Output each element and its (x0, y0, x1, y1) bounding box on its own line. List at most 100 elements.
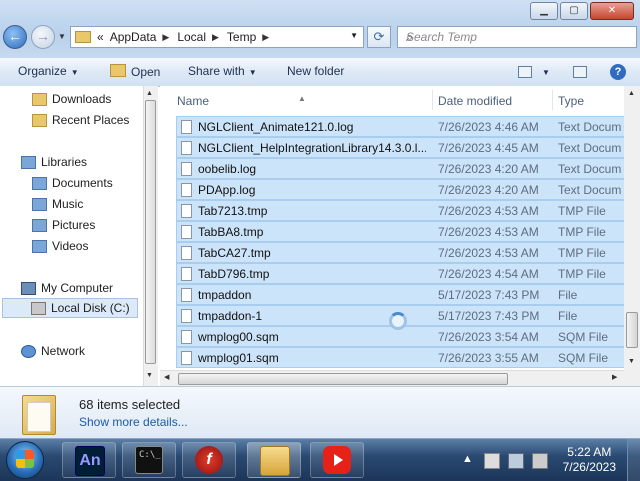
show-more-details-link[interactable]: Show more details... (79, 415, 188, 429)
column-name[interactable]: Name (177, 94, 209, 108)
nav-label: Videos (52, 239, 89, 253)
system-clock[interactable]: 5:22 AM 7/26/2023 (563, 445, 616, 475)
file-list-scroll-thumb[interactable] (626, 312, 638, 348)
file-row[interactable]: TabBA8.tmp 7/26/2023 4:53 AM TMP File (176, 221, 626, 242)
taskbar-flash-button[interactable]: f (182, 442, 236, 478)
file-row[interactable]: TabD796.tmp 7/26/2023 4:54 AM TMP File (176, 263, 626, 284)
nav-item-downloads[interactable]: Downloads (32, 92, 111, 106)
preview-pane-icon[interactable] (573, 66, 587, 78)
nav-label: Network (41, 344, 86, 358)
show-hidden-icons-icon[interactable]: ▲ (462, 453, 473, 465)
taskbar-explorer-button[interactable] (247, 442, 301, 478)
breadcrumb-overflow[interactable]: « (97, 30, 104, 44)
file-icon (181, 351, 192, 365)
nav-label: Documents (52, 176, 113, 190)
chevron-right-icon[interactable]: ▶ (262, 32, 269, 43)
scroll-left-icon[interactable]: ◀ (164, 373, 169, 381)
youtube-icon (323, 446, 351, 474)
nav-item-network[interactable]: Network (21, 344, 85, 358)
new-folder-button[interactable]: New folder (287, 64, 344, 78)
nav-scroll-thumb[interactable] (145, 100, 156, 364)
open-label: Open (131, 65, 161, 79)
details-pane: 68 items selected Show more details... (0, 386, 640, 439)
taskbar-animate-button[interactable]: An (62, 442, 116, 478)
file-row[interactable]: NGLClient_Animate121.0.log 7/26/2023 4:46… (176, 116, 626, 137)
folder-icon (75, 31, 91, 43)
scroll-right-icon[interactable]: ▶ (612, 373, 617, 381)
network-status-icon[interactable] (508, 453, 524, 469)
address-bar[interactable]: « AppData ▶ Local ▶ Temp ▶ ▼ (70, 26, 364, 48)
recent-pages-dropdown[interactable]: ▼ (58, 32, 66, 41)
file-icon (181, 309, 192, 323)
search-input[interactable]: Search Temp ⌕ (397, 26, 637, 48)
nav-item-music[interactable]: Music (32, 197, 83, 211)
nav-label: Local Disk (C:) (51, 301, 130, 315)
close-button[interactable]: ✕ (590, 2, 634, 20)
breadcrumb-temp[interactable]: Temp (227, 30, 256, 44)
taskbar: An C:\_ f ▲ 5:22 AM 7/26/2023 (0, 438, 640, 481)
refresh-button[interactable]: ⟳ (367, 26, 391, 48)
taskbar-cmd-button[interactable]: C:\_ (122, 442, 176, 478)
nav-item-my-computer[interactable]: My Computer (21, 281, 113, 295)
file-row[interactable]: PDApp.log 7/26/2023 4:20 AM Text Docum (176, 179, 626, 200)
maximize-button[interactable]: ▢ (560, 2, 588, 20)
file-list-scrollbar[interactable]: ▲ ▼ (624, 86, 640, 386)
column-date-modified[interactable]: Date modified (438, 94, 512, 108)
view-options-icon[interactable] (518, 66, 532, 78)
file-list: Name ▲ Date modified Type NGLClient_Anim… (160, 86, 626, 386)
taskbar-youtube-button[interactable] (310, 442, 364, 478)
file-row[interactable]: tmpaddon 5/17/2023 7:43 PM File (176, 284, 626, 305)
forward-button[interactable]: → (31, 25, 55, 49)
file-row[interactable]: oobelib.log 7/26/2023 4:20 AM Text Docum (176, 158, 626, 179)
window-controls: ▁ ▢ ✕ (528, 2, 634, 20)
nav-label: Recent Places (52, 113, 130, 127)
horizontal-scroll-thumb[interactable] (178, 373, 508, 385)
file-row[interactable]: Tab7213.tmp 7/26/2023 4:53 AM TMP File (176, 200, 626, 221)
view-dropdown-icon[interactable]: ▼ (538, 64, 550, 78)
volume-muted-icon[interactable] (532, 453, 548, 469)
organize-button[interactable]: Organize ▼ (18, 64, 79, 78)
nav-item-videos[interactable]: Videos (32, 239, 88, 253)
chevron-right-icon[interactable]: ▶ (162, 32, 169, 43)
sort-ascending-icon: ▲ (298, 94, 306, 103)
nav-label: Pictures (52, 218, 96, 232)
nav-scrollbar[interactable]: ▲ ▼ (143, 86, 158, 386)
command-bar: Organize ▼ Open Share with ▼ New folder ▼ (0, 58, 640, 87)
scroll-down-icon[interactable]: ▼ (628, 358, 635, 365)
chevron-right-icon[interactable]: ▶ (212, 32, 219, 43)
action-center-icon[interactable] (484, 453, 500, 469)
file-row[interactable]: wmplog01.sqm 7/26/2023 3:55 AM SQM File (176, 347, 626, 368)
back-button[interactable]: ← (3, 25, 27, 49)
open-button[interactable]: Open (110, 64, 160, 79)
nav-item-local-disk[interactable]: Local Disk (C:) (2, 298, 138, 318)
column-type[interactable]: Type (558, 94, 584, 108)
computer-icon (21, 281, 36, 295)
videos-icon (32, 239, 47, 253)
breadcrumb-appdata[interactable]: AppData (110, 30, 157, 44)
file-date-modified: 7/26/2023 4:46 AM (438, 120, 539, 134)
minimize-button[interactable]: ▁ (530, 2, 558, 20)
nav-item-pictures[interactable]: Pictures (32, 218, 95, 232)
address-dropdown-icon[interactable]: ▼ (350, 31, 358, 40)
new-folder-label: New folder (287, 64, 345, 78)
nav-item-recent-places[interactable]: Recent Places (32, 113, 129, 127)
horizontal-scrollbar[interactable]: ◀ ▶ (160, 370, 624, 387)
nav-item-documents[interactable]: Documents (32, 176, 113, 190)
help-icon[interactable]: ? (610, 64, 626, 80)
file-row[interactable]: NGLClient_HelpIntegrationLibrary14.3.0.l… (176, 137, 626, 158)
share-with-button[interactable]: Share with ▼ (188, 64, 257, 78)
scroll-up-icon[interactable]: ▲ (628, 90, 635, 97)
search-icon[interactable]: ⌕ (406, 29, 630, 45)
libraries-icon (21, 155, 36, 169)
breadcrumb-local[interactable]: Local (177, 30, 206, 44)
chevron-down-icon: ▼ (70, 68, 79, 77)
start-button[interactable] (6, 441, 44, 479)
scroll-up-icon[interactable]: ▲ (146, 90, 153, 97)
scroll-down-icon[interactable]: ▼ (146, 372, 153, 379)
file-row[interactable]: TabCA27.tmp 7/26/2023 4:53 AM TMP File (176, 242, 626, 263)
show-desktop-button[interactable] (627, 439, 640, 481)
clock-date: 7/26/2023 (562, 460, 616, 474)
file-date-modified: 7/26/2023 4:20 AM (438, 162, 539, 176)
file-name: TabD796.tmp (198, 267, 270, 281)
nav-item-libraries[interactable]: Libraries (21, 155, 87, 169)
